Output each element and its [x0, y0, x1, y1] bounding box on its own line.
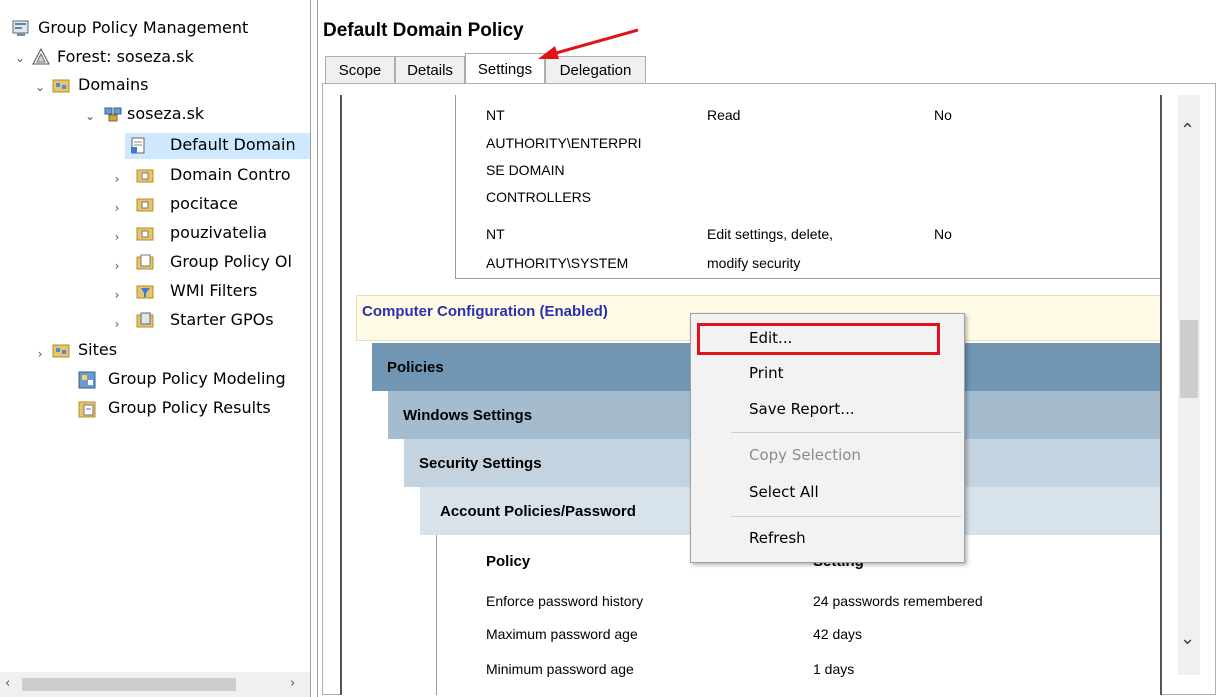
tree-root-label[interactable]: Group Policy Management: [38, 18, 248, 37]
pane-splitter[interactable]: [310, 0, 318, 697]
delegation-name: AUTHORITY\SYSTEM: [486, 255, 629, 271]
tree-item-label[interactable]: Default Domain: [170, 135, 296, 154]
policy-name: Enforce password history: [486, 593, 644, 609]
delegation-name: SE DOMAIN: [486, 162, 565, 178]
chevron-down-icon[interactable]: ⌄: [13, 51, 27, 65]
tree-item-label[interactable]: Starter GPOs: [170, 310, 274, 329]
ou-folder-icon: [136, 166, 154, 184]
sites-icon: [52, 341, 70, 359]
scrollbar-thumb[interactable]: [22, 678, 236, 691]
chevron-right-icon[interactable]: ›: [110, 288, 124, 302]
chevron-right-icon[interactable]: ›: [110, 201, 124, 215]
tree-domain-label[interactable]: soseza.sk: [127, 104, 204, 123]
delegation-name: NT: [486, 226, 505, 242]
column-header-policy: Policy: [486, 553, 531, 570]
scroll-right-icon[interactable]: ›: [290, 676, 295, 691]
ou-folder-icon: [136, 224, 154, 242]
delegation-permission: Read: [707, 107, 741, 123]
tree-domains-label[interactable]: Domains: [78, 75, 148, 94]
starter-gpo-icon: [136, 311, 154, 329]
scroll-left-icon[interactable]: ‹: [5, 676, 10, 691]
tree-item-label[interactable]: pouzivatelia: [170, 223, 267, 242]
scroll-up-icon[interactable]: ⌃: [1180, 120, 1195, 141]
menu-separator: [731, 432, 961, 433]
tab-details[interactable]: Details: [395, 56, 465, 83]
menu-item-save-report[interactable]: Save Report...: [749, 400, 855, 418]
gp-modeling-icon: [78, 371, 96, 389]
scroll-down-icon[interactable]: ⌄: [1180, 628, 1195, 649]
annotation-arrow-icon: [538, 28, 639, 59]
menu-item-refresh[interactable]: Refresh: [749, 529, 806, 547]
scrollbar-thumb[interactable]: [1180, 320, 1198, 398]
gpm-console-icon: [12, 19, 30, 37]
navigation-tree: Group Policy Management ⌄ Forest: soseza…: [0, 0, 310, 697]
domain-icon: [104, 105, 122, 123]
chevron-right-icon[interactable]: ›: [33, 347, 47, 361]
chevron-right-icon[interactable]: ›: [110, 259, 124, 273]
chevron-right-icon[interactable]: ›: [110, 317, 124, 331]
gp-results-icon: [78, 400, 96, 418]
menu-item-print[interactable]: Print: [749, 364, 784, 382]
tree-item-label[interactable]: WMI Filters: [170, 281, 257, 300]
chevron-down-icon[interactable]: ⌄: [33, 80, 47, 94]
delegation-name: NT: [486, 107, 505, 123]
policy-setting: 42 days: [813, 626, 863, 642]
ou-folder-icon: [136, 195, 154, 213]
forest-icon: [32, 47, 50, 66]
gpo-link-icon: [130, 137, 148, 155]
delegation-name: CONTROLLERS: [486, 189, 592, 205]
policy-setting: 24 passwords remembered: [813, 593, 983, 609]
wmi-filter-icon: [136, 282, 154, 300]
delegation-inherited: No: [934, 107, 952, 123]
policy-name: Minimum password age: [486, 661, 634, 677]
delegation-permission: Edit settings, delete,: [707, 226, 834, 242]
tree-item-label[interactable]: Domain Contro: [170, 165, 291, 184]
menu-item-copy-selection[interactable]: Copy Selection: [749, 446, 861, 464]
tree-sites-label[interactable]: Sites: [78, 340, 117, 359]
menu-item-select-all[interactable]: Select All: [749, 483, 819, 501]
policy-setting: 1 days: [813, 661, 855, 677]
tree-forest-label[interactable]: Forest: soseza.sk: [57, 47, 194, 66]
menu-separator: [731, 516, 961, 517]
tab-settings[interactable]: Settings: [465, 53, 545, 84]
delegation-table: [455, 95, 1160, 279]
tree-results-label[interactable]: Group Policy Results: [108, 398, 271, 417]
delegation-inherited: No: [934, 226, 952, 242]
domains-folder-icon: [52, 76, 70, 94]
tree-item-label[interactable]: pocitace: [170, 194, 238, 213]
chevron-down-icon[interactable]: ⌄: [83, 109, 97, 123]
chevron-right-icon[interactable]: ›: [110, 230, 124, 244]
tree-modeling-label[interactable]: Group Policy Modeling: [108, 369, 286, 388]
page-title: Default Domain Policy: [323, 20, 524, 41]
policy-name: Maximum password age: [486, 626, 638, 642]
tab-scope[interactable]: Scope: [325, 56, 395, 83]
annotation-highlight-box: [697, 323, 940, 355]
gpo-container-icon: [136, 253, 154, 271]
delegation-name: AUTHORITY\ENTERPRI: [486, 135, 642, 151]
delegation-permission: modify security: [707, 255, 801, 271]
chevron-right-icon[interactable]: ›: [110, 172, 124, 186]
tree-item-label[interactable]: Group Policy Ol: [170, 252, 292, 271]
